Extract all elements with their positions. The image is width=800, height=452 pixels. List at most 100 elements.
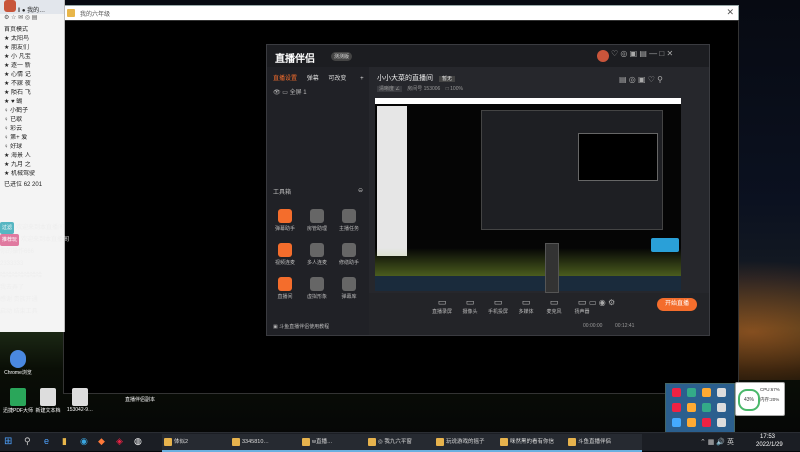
clock: 00:12:41 [615, 323, 635, 329]
tray-app-icon[interactable] [672, 403, 681, 412]
tray-icons[interactable]: ⌃ ▦ 🔊 英 [700, 437, 734, 447]
desktop-icon[interactable]: 直播伴侣副本 [118, 396, 162, 403]
chat-tag: 过滤 [0, 222, 15, 234]
group-item[interactable]: ★ 海景 人 [0, 152, 64, 161]
taskbar: ⊞ ⚲ e ▮ ◉ ◆ ◈ ◍ 体似2 3345810… w直播… ◎ 我九六平窗 玩说… [0, 432, 800, 452]
group-item[interactable]: ★ ♥ 蝴 [0, 98, 64, 107]
clock-time[interactable]: 17:53 [760, 434, 775, 440]
perf-monitor[interactable]: 43% CPU:67% 内存:20% [735, 382, 785, 416]
group-item[interactable]: ★ 九月 之 [0, 161, 64, 170]
collapse-icon[interactable]: ⊖ [358, 187, 363, 194]
titlebar-icons[interactable]: ♡ ◎ ▣ ▤ — □ ✕ [611, 49, 673, 58]
group-item[interactable]: ♀ 彩云 [0, 125, 64, 134]
app-icon[interactable]: ◈ [116, 436, 123, 447]
app-icon[interactable]: ◍ [134, 436, 142, 447]
tray-app-icon[interactable] [687, 403, 696, 412]
tool-item[interactable]: 修缮助手 [335, 243, 363, 266]
group-item[interactable]: ♀ 小鹤子 [0, 107, 64, 116]
folder-icon[interactable]: ▮ [62, 436, 67, 447]
group-item[interactable]: ♀ 好球 [0, 143, 64, 152]
search-icon[interactable]: ⚲ [24, 436, 31, 447]
taskbar-item[interactable]: ◎ 我九六平窗 [366, 434, 442, 452]
tray-app-icon[interactable] [687, 418, 696, 427]
tool-item[interactable]: 弹幕助手 [271, 209, 299, 232]
app-icon[interactable]: ◆ [98, 436, 105, 447]
tool-icon [342, 243, 356, 257]
room-title: 小小大菜的直播间 暂无 [377, 73, 455, 83]
tool-label: 视频连麦 [274, 260, 295, 266]
start-live-button[interactable]: 开始直播 [657, 298, 697, 311]
taskbar-item[interactable]: 体似2 [162, 434, 238, 452]
tray-app-icon[interactable] [687, 388, 696, 397]
tray-app-icon[interactable] [702, 403, 711, 412]
more-icons[interactable]: ▭ ◉ ⚙ [589, 298, 615, 307]
group-item[interactable]: ★ 小 凡宝 [0, 53, 64, 62]
left-sidebar: 直播设置 弹幕 可改变 + 👁 ▭ 全屏 1 工具箱 ⊖ 弹幕助手 房管助理 主播任… [267, 67, 369, 335]
scene-item[interactable]: 👁 ▭ 全屏 1 [273, 87, 307, 96]
tool-label: 直播间 [277, 294, 293, 300]
taskbar-label: 咪然黑的看有你信 [510, 439, 555, 445]
group-item[interactable]: ★ 心情 记 [0, 71, 64, 80]
panel-counts: 已进位 62 201 [0, 181, 64, 190]
add-scene-icon[interactable]: + [360, 76, 364, 82]
tray-app-icon[interactable] [672, 418, 681, 427]
browser-icon[interactable]: e [44, 436, 49, 446]
taskbar-item[interactable]: 咪然黑的看有你信 [498, 434, 574, 452]
chat-line: 我去弄了 [0, 282, 134, 294]
avatar[interactable] [4, 0, 16, 12]
close-icon[interactable]: ✕ [726, 7, 734, 18]
source-button[interactable]: ▭ 直播录屏 [429, 297, 455, 315]
taskbar-item[interactable]: w直播… [300, 434, 376, 452]
group-item[interactable]: ★ 机械驾驶 [0, 170, 64, 179]
volume-slider[interactable] [545, 243, 559, 293]
tool-item[interactable]: 视频连麦 [271, 243, 299, 266]
tab-live-settings[interactable]: 直播设置 [273, 76, 297, 82]
app-icon[interactable]: ◉ [80, 436, 88, 447]
tool-label: 弹幕助手 [274, 226, 295, 232]
taskbar-item[interactable]: 斗鱼直播伴侣 [566, 434, 642, 452]
source-button[interactable]: ▭ 摄像头 [457, 297, 483, 315]
tool-label: 主播任务 [338, 226, 359, 232]
group-item[interactable]: ★ 不寐 夜 [0, 80, 64, 89]
tray-app-icon[interactable] [717, 388, 726, 397]
group-item[interactable]: ♀ 第+ 爱 [0, 134, 64, 143]
taskbar-item[interactable]: 3345810… [230, 434, 306, 452]
tab-danmaku[interactable]: 弹幕 [307, 76, 319, 82]
tray-app-icon[interactable] [702, 418, 711, 427]
group-item[interactable]: ♀ 已歇 [0, 116, 64, 125]
group-item[interactable]: ★ 太阳鸟 [0, 35, 64, 44]
group-item[interactable]: ★ 朋友们 [0, 44, 64, 53]
tool-item[interactable]: 多人连麦 [303, 243, 331, 266]
chat-text: 我去弄了 [0, 285, 25, 291]
avatar[interactable] [597, 50, 609, 62]
tool-item[interactable]: 直播间 [271, 277, 299, 300]
toolbar-icons[interactable]: ⚙ ☆ ✉ ◎ ▤ [4, 15, 37, 21]
tool-item[interactable]: 虚拟形象 [303, 277, 331, 300]
tray-app-icon[interactable] [672, 388, 681, 397]
bottom-toolbar: ▭ 直播录屏 ▭ 摄像头 ▭ 手机投屏 ▭ 多媒体 ▭ 麦克风 ▭ 扬声器 ▭ ◉ ⚙ 00:00:0… [369, 293, 709, 335]
tool-item[interactable]: 主播任务 [335, 209, 363, 232]
tool-icon [342, 277, 356, 291]
tool-item[interactable]: 弹幕库 [335, 277, 363, 300]
group-item[interactable]: ★ 逐一 新 [0, 62, 64, 71]
app-titlebar[interactable]: 直播伴侣 测测版 ♡ ◎ ▣ ▤ — □ ✕ [267, 45, 709, 67]
desktop-icon[interactable]: 153042-9… [58, 388, 102, 413]
tray-app-icon[interactable] [717, 403, 726, 412]
count-label: 已进位 [4, 182, 23, 188]
panel-mode[interactable]: 首页模式 [0, 26, 64, 35]
source-button[interactable]: ▭ 麦克风 [541, 297, 567, 315]
tab-other[interactable]: 可改变 [328, 76, 346, 82]
source-button[interactable]: ▭ 手机投屏 [485, 297, 511, 315]
tutorial-link[interactable]: ▣ 斗鱼直播伴侣使用教程 [273, 323, 329, 330]
desktop-icon[interactable]: Chrome浏览 [0, 350, 40, 376]
start-icon[interactable]: ⊞ [4, 436, 12, 447]
tool-label: 虚拟形象 [306, 294, 327, 300]
chat-line: 推荐玩 欢迎来到本直播间 [0, 234, 134, 246]
tool-item[interactable]: 房管助理 [303, 209, 331, 232]
source-button[interactable]: ▭ 多媒体 [513, 297, 539, 315]
tray-app-icon[interactable] [717, 418, 726, 427]
header-tools[interactable]: ▤ ◎ ▣ ♡ ⚲ [619, 75, 663, 84]
tray-app-icon[interactable] [702, 388, 711, 397]
group-item[interactable]: ★ 陨石 飞 [0, 89, 64, 98]
clock-date[interactable]: 2022/1/29 [756, 442, 783, 448]
